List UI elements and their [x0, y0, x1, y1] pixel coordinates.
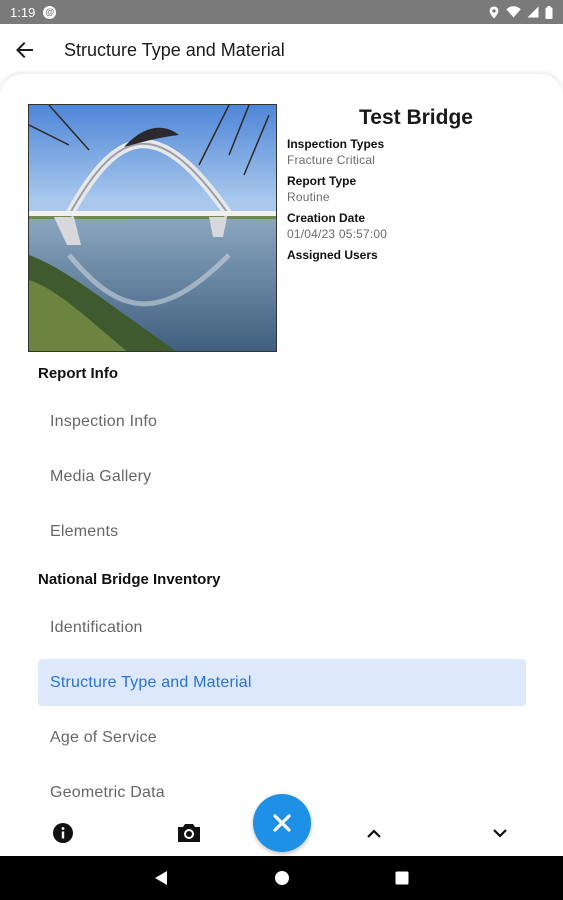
detail-value-inspection-types: Fracture Critical: [287, 153, 376, 167]
detail-label-report-type: Report Type: [287, 174, 357, 188]
detail-label-inspection-types: Inspection Types: [287, 137, 385, 151]
square-recents-icon: [395, 871, 409, 885]
battery-icon: [545, 5, 553, 19]
section-header-report-info: Report Info: [38, 365, 118, 382]
circle-home-icon: [275, 871, 289, 885]
detail-label-assigned-users: Assigned Users: [287, 248, 378, 262]
structure-details: Test Bridge Inspection Types Fracture Cr…: [287, 104, 541, 263]
close-fab-button[interactable]: [253, 794, 311, 852]
content-sheet: Test Bridge Inspection Types Fracture Cr…: [0, 74, 563, 856]
status-time: 1:19: [10, 4, 36, 20]
close-icon: [273, 814, 291, 832]
nav-item-elements[interactable]: Elements: [38, 508, 526, 555]
system-nav-bar: [0, 856, 563, 900]
app-bar: Structure Type and Material: [0, 24, 563, 76]
arrow-back-icon: [16, 42, 33, 58]
system-home-button[interactable]: [272, 868, 292, 888]
info-icon: [53, 823, 73, 843]
detail-value-report-type: Routine: [287, 190, 330, 204]
scroll-down-button[interactable]: [487, 820, 513, 846]
system-back-button[interactable]: [151, 868, 171, 888]
chevron-down-icon: [493, 828, 507, 838]
nav-item-inspection-info[interactable]: Inspection Info: [38, 398, 526, 445]
scroll-up-button[interactable]: [361, 820, 387, 846]
nav-item-age-of-service[interactable]: Age of Service: [38, 714, 526, 761]
section-header-nbi: National Bridge Inventory: [38, 571, 221, 588]
nav-item-identification[interactable]: Identification: [38, 604, 526, 651]
bridge-photo[interactable]: [28, 104, 277, 352]
nav-item-structure-type-material[interactable]: Structure Type and Material: [38, 659, 526, 706]
page-title: Structure Type and Material: [64, 39, 285, 60]
detail-value-creation-date: 01/04/23 05:57:00: [287, 227, 388, 241]
info-button[interactable]: [50, 820, 76, 846]
wifi-icon: [506, 6, 521, 18]
notification-icon: @: [43, 5, 57, 19]
camera-button[interactable]: [176, 820, 202, 846]
bottom-action-bar: [0, 794, 563, 856]
signal-icon: [527, 6, 539, 18]
camera-icon: [178, 824, 200, 842]
status-bar: 1:19 @: [0, 0, 563, 24]
chevron-up-icon: [367, 828, 381, 838]
triangle-back-icon: [155, 871, 167, 885]
system-recents-button[interactable]: [392, 868, 412, 888]
detail-label-creation-date: Creation Date: [287, 211, 366, 225]
nav-item-media-gallery[interactable]: Media Gallery: [38, 453, 526, 500]
bridge-image: [29, 105, 276, 351]
back-button[interactable]: [0, 24, 50, 76]
structure-name: Test Bridge: [359, 106, 473, 129]
location-icon: [489, 6, 499, 18]
